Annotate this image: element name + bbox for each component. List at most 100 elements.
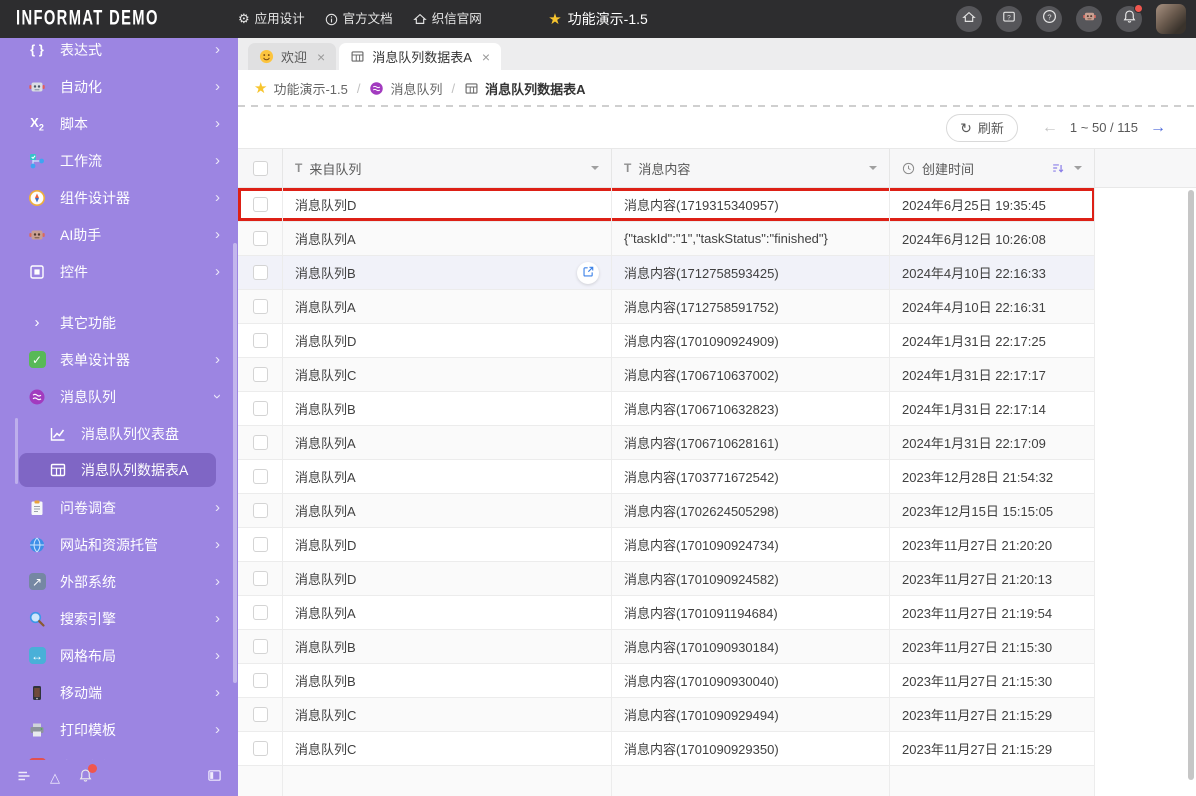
row-checkbox[interactable]: [252, 571, 268, 586]
chevron-right-icon: ›: [215, 351, 220, 368]
sidebar-item-workflow[interactable]: 工作流 ›: [0, 142, 238, 179]
row-checkbox[interactable]: [252, 299, 268, 314]
breadcrumb-item-mq-table-a[interactable]: 消息队列数据表A: [464, 79, 586, 98]
sidebar-item-mobile[interactable]: 移动端 ›: [0, 674, 238, 711]
sidebar-item-mq-table-a[interactable]: 消息队列数据表A: [19, 453, 216, 487]
table-row[interactable]: 消息队列D 消息内容(1701090924734) 2023年11月27日 21…: [238, 528, 1095, 562]
table-row[interactable]: 消息队列D 消息内容(1701090924909) 2024年1月31日 22:…: [238, 324, 1095, 358]
column-header-message-content[interactable]: T 消息内容: [612, 149, 890, 187]
row-checkbox[interactable]: [252, 265, 268, 280]
header-home-button[interactable]: [956, 6, 982, 32]
row-checkbox[interactable]: [252, 707, 268, 722]
sidebar-item-search-engine[interactable]: 搜索引擎 ›: [0, 600, 238, 637]
filter-caret-icon[interactable]: [869, 166, 877, 174]
sidebar-item-controls[interactable]: 控件 ›: [0, 253, 238, 290]
tree-indent-line: [15, 418, 18, 484]
row-checkbox[interactable]: [252, 367, 268, 382]
sidebar-item-message-queue[interactable]: 消息队列 ›: [0, 378, 238, 415]
cell-message-content: 消息内容(1701090930184): [612, 630, 890, 663]
header-notifications-button[interactable]: [1116, 4, 1143, 32]
row-checkbox[interactable]: [252, 469, 268, 484]
sort-descending-icon[interactable]: [1051, 161, 1065, 175]
sidebar-item-script[interactable]: X2 脚本 ›: [0, 105, 238, 142]
row-checkbox[interactable]: [252, 537, 268, 552]
table-row[interactable]: 消息队列A 消息内容(1701091194684) 2023年11月27日 21…: [238, 596, 1095, 630]
row-checkbox[interactable]: [252, 231, 268, 246]
filter-caret-icon[interactable]: [591, 166, 599, 174]
sidebar-item-automation[interactable]: 自动化 ›: [0, 68, 238, 105]
row-checkbox[interactable]: [252, 639, 268, 654]
sidebar-scrollbar[interactable]: [233, 243, 237, 683]
header-ai-assistant-button[interactable]: [1076, 6, 1102, 32]
sidebar-item-mq-dashboard[interactable]: 消息队列仪表盘: [0, 415, 238, 452]
nav-item-app-design[interactable]: ⚙ 应用设计: [238, 10, 305, 28]
table-row[interactable]: 消息队列C 消息内容(1701090929494) 2023年11月27日 21…: [238, 698, 1095, 732]
cell-message-content: {"taskId":"1","taskStatus":"finished"}: [612, 222, 890, 255]
breadcrumb-item-demo[interactable]: ★ 功能演示-1.5: [254, 79, 348, 98]
row-checkbox[interactable]: [252, 673, 268, 688]
breadcrumb-item-message-queue[interactable]: 消息队列: [369, 79, 443, 98]
table-row[interactable]: 消息队列B 消息内容(1712758593425) 2024年4月10日 22:…: [238, 256, 1095, 290]
column-header-created-at[interactable]: 创建时间: [890, 149, 1095, 187]
header-feedback-button[interactable]: ?: [996, 6, 1022, 32]
content-scrollbar[interactable]: [1188, 190, 1194, 780]
row-checkbox[interactable]: [252, 333, 268, 348]
cell-created-at: 2024年1月31日 22:17:09: [890, 426, 1095, 459]
table-row[interactable]: 消息队列C 消息内容(1706710637002) 2024年1月31日 22:…: [238, 358, 1095, 392]
cell-from-queue: 消息队列A: [283, 460, 612, 493]
row-checkbox[interactable]: [252, 435, 268, 450]
row-checkbox[interactable]: [252, 401, 268, 416]
sidebar-item-expression[interactable]: { } 表达式 ›: [0, 38, 238, 68]
footer-release-button[interactable]: △: [50, 769, 60, 787]
sidebar-item-ai-assistant[interactable]: AI助手 ›: [0, 216, 238, 253]
table-row[interactable]: 消息队列B 消息内容(1701090930040) 2023年11月27日 21…: [238, 664, 1095, 698]
sidebar-item-widget-designer[interactable]: 组件设计器 ›: [0, 179, 238, 216]
cell-from-queue: 消息队列C: [283, 732, 612, 765]
row-checkbox[interactable]: [252, 741, 268, 756]
pagination-next-icon[interactable]: →: [1150, 119, 1166, 137]
row-checkbox[interactable]: [252, 503, 268, 518]
header-help-button[interactable]: ?: [1036, 6, 1062, 32]
row-checkbox[interactable]: [252, 197, 268, 212]
sidebar-item-other-features[interactable]: › 其它功能: [0, 304, 238, 341]
user-avatar[interactable]: [1156, 4, 1186, 34]
extsys-icon: ↗: [27, 573, 47, 590]
nav-item-zhixin-site[interactable]: 织信官网: [412, 10, 482, 28]
filter-caret-icon[interactable]: [1074, 166, 1082, 174]
table-row[interactable]: 消息队列A 消息内容(1712758591752) 2024年4月10日 22:…: [238, 290, 1095, 324]
table-row[interactable]: 消息队列D 消息内容(1701090924582) 2023年11月27日 21…: [238, 562, 1095, 596]
refresh-button[interactable]: ↻ 刷新: [946, 113, 1018, 142]
close-icon[interactable]: ×: [482, 49, 490, 65]
sidebar-item-form-designer[interactable]: ✓ 表单设计器 ›: [0, 341, 238, 378]
tab-welcome[interactable]: 欢迎 ×: [248, 43, 337, 70]
table-row[interactable]: 消息队列A {"taskId":"1","taskStatus":"finish…: [238, 222, 1095, 256]
tab-mq-table-a[interactable]: 消息队列数据表A ×: [339, 43, 502, 70]
select-all-checkbox[interactable]: [238, 149, 283, 187]
footer-menu-list-button[interactable]: [16, 768, 32, 789]
table-row[interactable]: 消息队列A 消息内容(1703771672542) 2023年12月28日 21…: [238, 460, 1095, 494]
column-header-from-queue[interactable]: T 来自队列: [283, 149, 612, 187]
footer-notifications-button[interactable]: [78, 764, 97, 788]
table-row[interactable]: 消息队列C 消息内容(1701090929350) 2023年11月27日 21…: [238, 732, 1095, 766]
table-row[interactable]: 消息队列A 消息内容(1706710628161) 2024年1月31日 22:…: [238, 426, 1095, 460]
table-row[interactable]: 消息队列A 消息内容(1702624505298) 2023年12月15日 15…: [238, 494, 1095, 528]
sidebar-item-grid-layout[interactable]: ↔ 网格布局 ›: [0, 637, 238, 674]
table-row[interactable]: 消息队列B 消息内容(1701090930184) 2023年11月27日 21…: [238, 630, 1095, 664]
table-icon: [48, 461, 68, 479]
cell-created-at: 2024年1月31日 22:17:25: [890, 324, 1095, 357]
table-row[interactable]: 消息队列B 消息内容(1706710632823) 2024年1月31日 22:…: [238, 392, 1095, 426]
open-record-button[interactable]: [577, 261, 599, 284]
sidebar-item-hosting[interactable]: 网站和资源托管 ›: [0, 526, 238, 563]
nav-item-official-docs[interactable]: 官方文档: [325, 10, 393, 28]
braces-icon: { }: [30, 42, 44, 57]
footer-collapse-sidebar-button[interactable]: [207, 768, 222, 788]
sidebar-item-external-systems[interactable]: ↗ 外部系统 ›: [0, 563, 238, 600]
chevron-right-icon: ›: [215, 647, 220, 664]
close-icon[interactable]: ×: [317, 49, 325, 65]
sidebar-item-print-template[interactable]: 打印模板 ›: [0, 711, 238, 748]
app-title[interactable]: ★ 功能演示-1.5: [548, 9, 648, 29]
sidebar-item-survey[interactable]: 问卷调查 ›: [0, 489, 238, 526]
pagination-prev-icon[interactable]: ←: [1042, 119, 1058, 137]
row-checkbox[interactable]: [252, 605, 268, 620]
table-row[interactable]: 消息队列D 消息内容(1719315340957) 2024年6月25日 19:…: [238, 188, 1095, 222]
